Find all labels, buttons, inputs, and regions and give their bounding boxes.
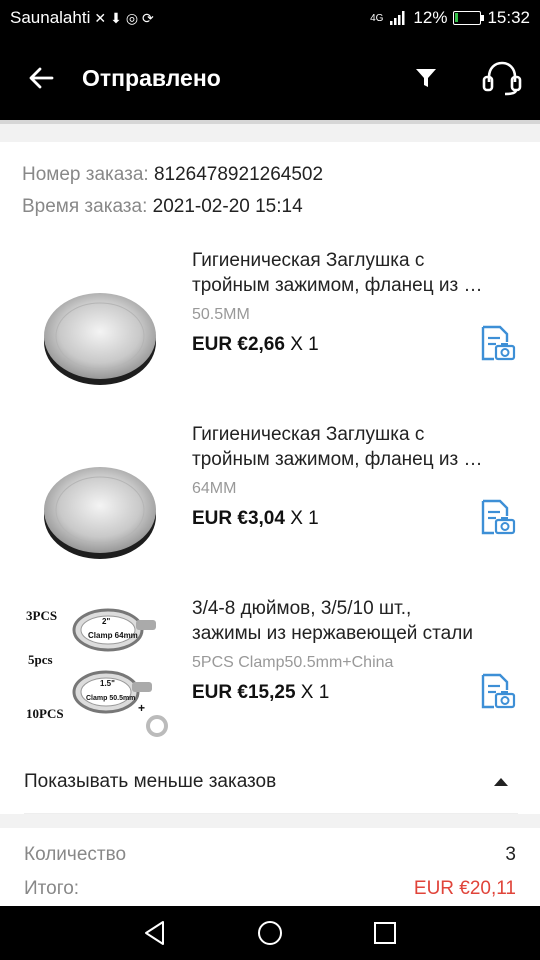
filter-button[interactable] bbox=[388, 36, 464, 120]
quantity-row: Количество 3 bbox=[24, 844, 516, 866]
order-item[interactable]: Гигиеническая Заглушка с тройным зажимом… bbox=[0, 248, 540, 408]
item-variant: 5PCS Clamp50.5mm+China bbox=[192, 654, 394, 671]
svg-text:2": 2" bbox=[102, 617, 110, 626]
item-variant: 50.5MM bbox=[192, 306, 250, 323]
total-value: EUR €20,11 bbox=[413, 878, 516, 899]
item-price: EUR €2,66 bbox=[192, 334, 285, 355]
toggle-label: Показывать меньше заказов bbox=[24, 770, 277, 792]
status-bar: Saunalahti ✕ ⬇ ◎ ⟳ 4G 12% 15:32 bbox=[0, 0, 540, 36]
nav-recents-icon[interactable] bbox=[373, 921, 397, 945]
carrier-label: Saunalahti bbox=[10, 8, 91, 27]
item-price-row: EUR €2,66 X 1 bbox=[192, 334, 319, 356]
item-quantity: X 1 bbox=[290, 508, 319, 529]
item-title: Гигиеническая Заглушка с тройным зажимом… bbox=[192, 250, 483, 296]
product-image: 3PCS 5pcs 10PCS 2" Clamp 64mm 1.5" Clamp… bbox=[26, 608, 168, 737]
total-label: Итого: bbox=[24, 878, 80, 899]
clock: 15:32 bbox=[487, 8, 530, 27]
order-item[interactable]: 3PCS 5pcs 10PCS 2" Clamp 64mm 1.5" Clamp… bbox=[0, 596, 540, 756]
show-fewer-orders-toggle[interactable]: Показывать меньше заказов bbox=[24, 750, 518, 814]
nav-back-icon[interactable] bbox=[143, 920, 167, 946]
support-button[interactable] bbox=[464, 36, 540, 120]
item-quantity: X 1 bbox=[290, 334, 319, 355]
order-number-value: 8126478921264502 bbox=[153, 164, 324, 185]
photo-review-icon[interactable] bbox=[480, 672, 516, 710]
order-card: Номер заказа: 8126478921264502 Время зак… bbox=[0, 142, 540, 814]
battery-icon bbox=[453, 11, 485, 25]
notification-icon: ✕ bbox=[94, 9, 107, 26]
svg-text:3PCS: 3PCS bbox=[26, 608, 57, 623]
svg-text:1.5": 1.5" bbox=[100, 679, 115, 688]
svg-text:Clamp 50.5mm: Clamp 50.5mm bbox=[86, 695, 135, 702]
svg-text:10PCS: 10PCS bbox=[26, 706, 64, 721]
page-title: Отправлено bbox=[82, 64, 221, 91]
headset-icon bbox=[482, 61, 522, 96]
quantity-label: Количество bbox=[24, 844, 127, 865]
filter-icon bbox=[416, 69, 436, 87]
order-number-label: Номер заказа: bbox=[22, 164, 149, 185]
item-quantity: X 1 bbox=[300, 682, 330, 703]
app-bar: Отправлено bbox=[0, 36, 540, 120]
item-price: EUR €3,04 bbox=[192, 508, 285, 529]
nav-home-icon[interactable] bbox=[257, 920, 283, 946]
item-price: EUR €15,25 bbox=[192, 682, 296, 703]
item-title: 3/4-8 дюймов, 3/5/10 шт., зажимы из нерж… bbox=[192, 598, 473, 644]
arrow-left-icon bbox=[29, 67, 54, 89]
product-image bbox=[44, 293, 156, 385]
quantity-value: 3 bbox=[505, 844, 516, 865]
order-item[interactable]: Гигиеническая Заглушка с тройным зажимом… bbox=[0, 422, 540, 582]
network-label: 4G bbox=[370, 12, 384, 24]
item-price-row: EUR €3,04 X 1 bbox=[192, 508, 319, 530]
order-number-row: Номер заказа: 8126478921264502 bbox=[22, 164, 323, 186]
photo-review-icon[interactable] bbox=[480, 498, 516, 536]
order-summary: Количество 3 Итого: EUR €20,11 bbox=[0, 828, 540, 906]
battery-percent: 12% bbox=[413, 8, 448, 27]
item-price-row: EUR €15,25 X 1 bbox=[192, 682, 329, 704]
item-title: Гигиеническая Заглушка с тройным зажимом… bbox=[192, 424, 483, 470]
svg-text:Clamp 64mm: Clamp 64mm bbox=[88, 631, 138, 640]
photo-review-icon[interactable] bbox=[480, 324, 516, 362]
order-time-row: Время заказа: 2021-02-20 15:14 bbox=[22, 196, 303, 218]
svg-text:+: + bbox=[138, 701, 145, 715]
caret-up-icon bbox=[494, 777, 508, 786]
order-time-value: 2021-02-20 15:14 bbox=[152, 196, 303, 217]
whatsapp-icon: ◎ bbox=[125, 9, 139, 26]
back-button[interactable] bbox=[0, 36, 82, 120]
item-variant: 64MM bbox=[192, 480, 237, 497]
sync-icon: ⟳ bbox=[142, 9, 154, 26]
product-image bbox=[44, 467, 156, 559]
section-divider bbox=[0, 120, 540, 142]
order-time-label: Время заказа: bbox=[22, 196, 148, 217]
download-icon: ⬇ bbox=[110, 9, 122, 26]
signal-icon bbox=[390, 11, 405, 25]
total-row: Итого: EUR €20,11 bbox=[24, 878, 516, 900]
system-nav-bar bbox=[0, 906, 540, 960]
svg-text:5pcs: 5pcs bbox=[28, 652, 53, 667]
